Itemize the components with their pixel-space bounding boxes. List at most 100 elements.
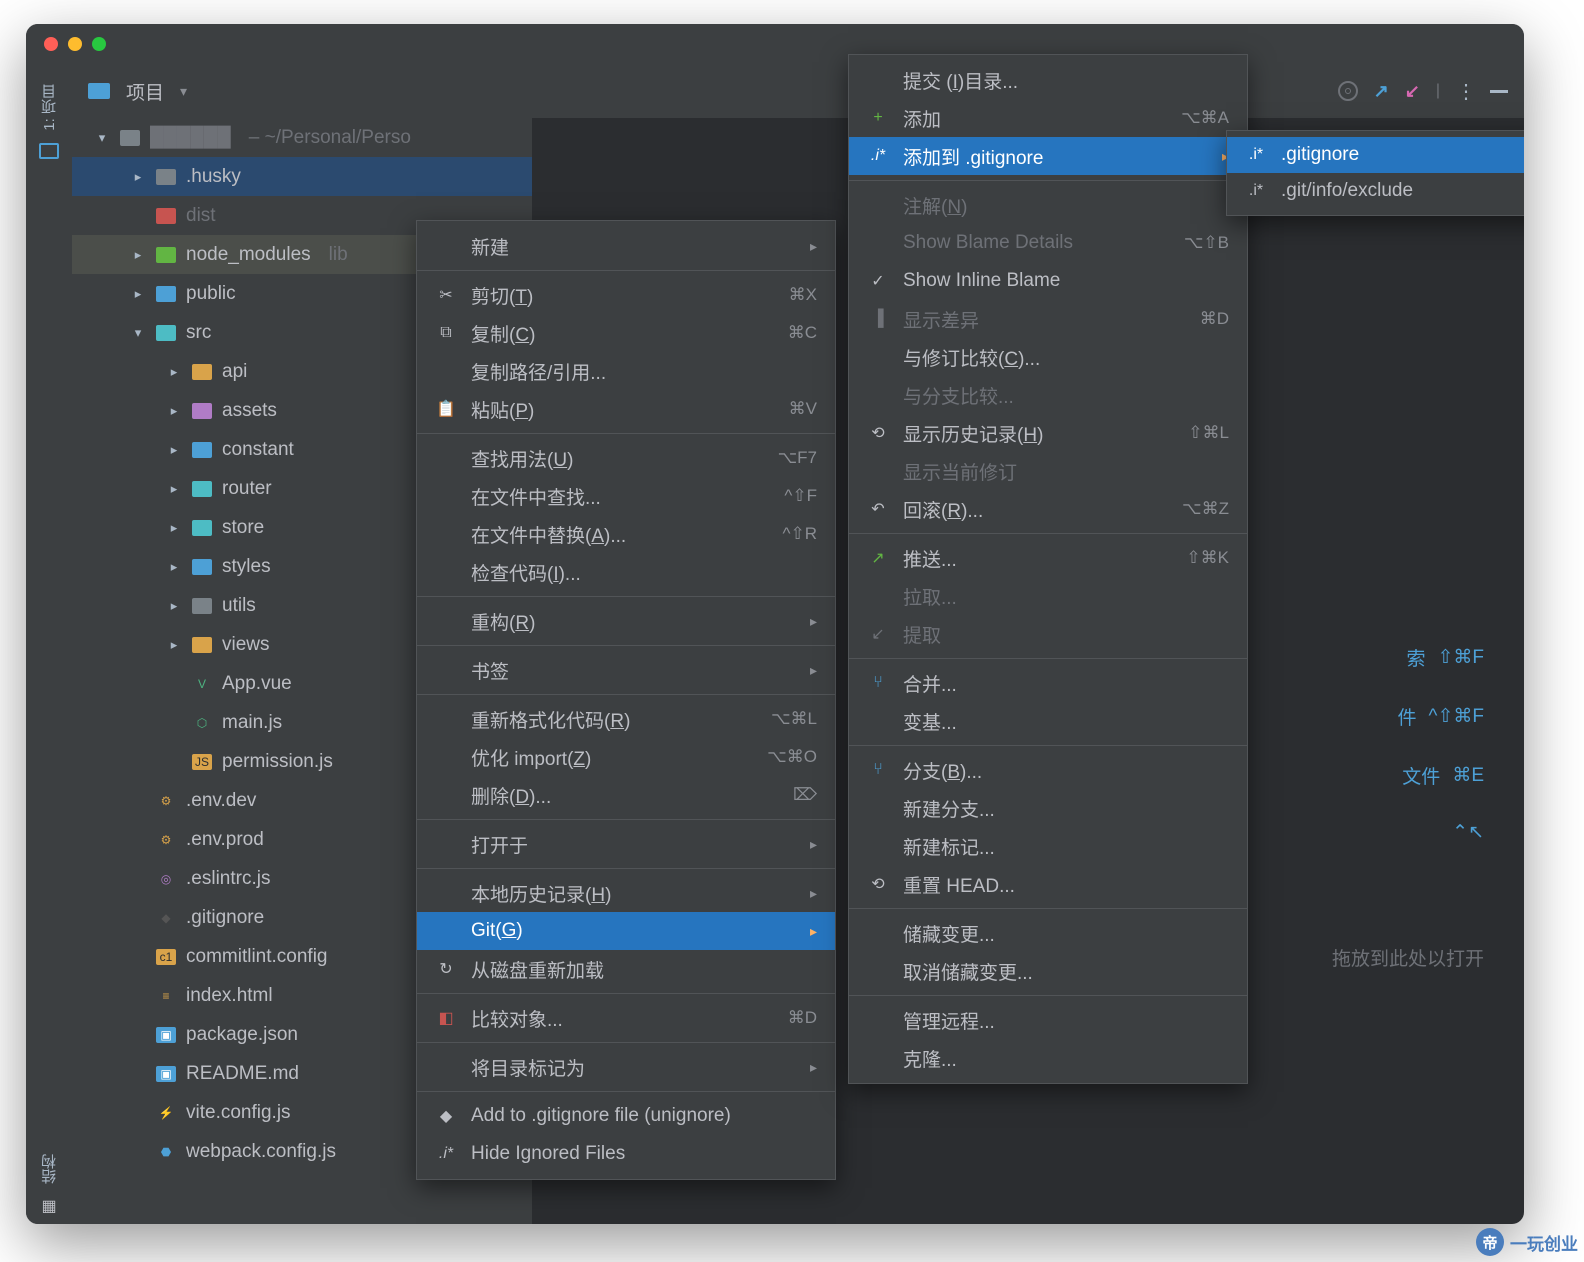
chevron-icon[interactable]: ▾ xyxy=(130,325,146,341)
menu-item[interactable]: 提交 (I)目录... xyxy=(849,61,1247,99)
menu-icon: ▐ xyxy=(867,310,889,328)
chevron-icon[interactable]: ▸ xyxy=(130,169,146,185)
collapse-icon[interactable]: ↙ xyxy=(1405,81,1420,102)
tree-item[interactable]: ▸.husky xyxy=(72,157,532,196)
menu-item[interactable]: 查找用法(U)⌥F7 xyxy=(417,439,835,477)
menu-icon: + xyxy=(867,109,889,127)
file-icon xyxy=(192,442,212,458)
menu-item-label: 在文件中查找... xyxy=(471,483,770,510)
chevron-icon[interactable]: ▸ xyxy=(166,481,182,497)
more-icon[interactable]: ⋮ xyxy=(1456,79,1474,104)
tree-item-label: README.md xyxy=(186,1063,299,1085)
chevron-icon[interactable]: ▸ xyxy=(166,442,182,458)
menu-item[interactable]: 新建标记... xyxy=(849,827,1247,865)
window-maximize-button[interactable] xyxy=(92,37,106,51)
menu-item[interactable]: ◧比较对象...⌘D xyxy=(417,999,835,1037)
menu-item[interactable]: 检查代码(I)... xyxy=(417,553,835,591)
menu-item-label: 重构(R) xyxy=(471,608,796,635)
chevron-icon[interactable]: ▸ xyxy=(130,286,146,302)
menu-item[interactable]: ⑂分支(B)... xyxy=(849,751,1247,789)
tree-item-label: package.json xyxy=(186,1024,298,1046)
chevron-icon[interactable]: ▸ xyxy=(166,637,182,653)
menu-item: ↙提取 xyxy=(849,615,1247,653)
menu-item[interactable]: 删除(D)...⌦ xyxy=(417,776,835,814)
menu-item[interactable]: 管理远程... xyxy=(849,1001,1247,1039)
tree-item-label: .eslintrc.js xyxy=(186,868,270,890)
file-icon xyxy=(156,247,176,263)
menu-item[interactable]: .i*Hide Ignored Files xyxy=(417,1135,835,1173)
menu-item[interactable]: 在文件中替换(A)...^⇧R xyxy=(417,515,835,553)
menu-item[interactable]: ↗推送...⇧⌘K xyxy=(849,539,1247,577)
submenu-arrow-icon: ▸ xyxy=(810,662,817,679)
menu-item-label: .gitignore xyxy=(1281,144,1524,166)
shortcut-label: ⌥⌘O xyxy=(767,747,817,767)
submenu-arrow-icon: ▸ xyxy=(810,1059,817,1076)
menu-item[interactable]: 复制路径/引用... xyxy=(417,352,835,390)
menu-item[interactable]: ✂剪切(T)⌘X xyxy=(417,276,835,314)
menu-item[interactable]: 克隆... xyxy=(849,1039,1247,1077)
menu-item[interactable]: ⟲重置 HEAD... xyxy=(849,865,1247,903)
menu-item[interactable]: ⑂合并... xyxy=(849,664,1247,702)
chevron-down-icon[interactable]: ▾ xyxy=(180,83,187,100)
context-menu[interactable]: 新建▸ ✂剪切(T)⌘X⧉复制(C)⌘C复制路径/引用...📋粘贴(P)⌘V 查找用… xyxy=(416,220,836,1180)
menu-item[interactable]: 储藏变更... xyxy=(849,914,1247,952)
menu-item[interactable]: 书签▸ xyxy=(417,651,835,689)
menu-item: 拉取... xyxy=(849,577,1247,615)
chevron-icon[interactable]: ▸ xyxy=(130,247,146,263)
menu-item[interactable]: ◆Add to .gitignore file (unignore) xyxy=(417,1097,835,1135)
chevron-icon[interactable]: ▾ xyxy=(94,130,110,146)
gitignore-submenu[interactable]: .i*.gitignore.i*.git/info/exclude xyxy=(1226,130,1524,216)
menu-item[interactable]: 优化 import(Z)⌥⌘O xyxy=(417,738,835,776)
menu-item[interactable]: Git(G)▸ xyxy=(417,912,835,950)
shortcut-label: ⌦ xyxy=(793,785,817,805)
menu-item[interactable]: 打开于▸ xyxy=(417,825,835,863)
menu-icon: ⟲ xyxy=(867,423,889,443)
menu-item[interactable]: 在文件中查找...^⇧F xyxy=(417,477,835,515)
expand-icon[interactable]: ↗ xyxy=(1374,81,1389,102)
menu-item[interactable]: 变基... xyxy=(849,702,1247,740)
menu-item[interactable]: ↻从磁盘重新加载 xyxy=(417,950,835,988)
file-icon xyxy=(192,481,212,497)
chevron-icon[interactable]: ▸ xyxy=(166,520,182,536)
menu-item[interactable]: 📋粘贴(P)⌘V xyxy=(417,390,835,428)
minimize-panel-button[interactable] xyxy=(1490,90,1508,93)
editor-hints: 索⇧⌘F 件^⇧⌘F 文件⌘E ⌃↖ xyxy=(1398,644,1484,876)
structure-tool-label[interactable]: 结构 xyxy=(39,1154,60,1184)
menu-item[interactable]: 重新格式化代码(R)⌥⌘L xyxy=(417,700,835,738)
menu-item[interactable]: +添加⌥⌘A xyxy=(849,99,1247,137)
chevron-icon[interactable]: ▸ xyxy=(166,559,182,575)
menu-item[interactable]: .i*.gitignore xyxy=(1227,137,1524,173)
shortcut-label: ⌥⇧B xyxy=(1184,233,1229,253)
target-icon[interactable] xyxy=(1338,81,1358,101)
menu-item[interactable]: 与修订比较(C)... xyxy=(849,338,1247,376)
file-icon xyxy=(192,364,212,380)
chevron-icon[interactable]: ▸ xyxy=(166,364,182,380)
menu-item[interactable]: ↶回滚(R)...⌥⌘Z xyxy=(849,490,1247,528)
file-icon: ⚙ xyxy=(156,832,176,848)
drop-hint: 拖放到此处以打开 xyxy=(1332,944,1484,971)
menu-item[interactable]: 本地历史记录(H)▸ xyxy=(417,874,835,912)
chevron-icon[interactable]: ▸ xyxy=(166,403,182,419)
menu-item-label: 取消储藏变更... xyxy=(903,958,1229,985)
menu-item[interactable]: ✓Show Inline Blame xyxy=(849,262,1247,300)
project-icon[interactable] xyxy=(39,143,59,159)
git-submenu[interactable]: 提交 (I)目录...+添加⌥⌘A.i*添加到 .gitignore▸注解(N)… xyxy=(848,54,1248,1084)
project-tool-label[interactable]: 1: 项目 xyxy=(39,84,60,131)
menu-item[interactable]: 新建分支... xyxy=(849,789,1247,827)
menu-item[interactable]: 取消储藏变更... xyxy=(849,952,1247,990)
tree-item[interactable]: ▾██████ – ~/Personal/Perso xyxy=(72,118,532,157)
menu-item[interactable]: 将目录标记为▸ xyxy=(417,1048,835,1086)
menu-item[interactable]: 重构(R)▸ xyxy=(417,602,835,640)
menu-item[interactable]: .i*添加到 .gitignore▸ xyxy=(849,137,1247,175)
view-mode-label[interactable]: 项目 xyxy=(126,78,164,105)
window-close-button[interactable] xyxy=(44,37,58,51)
menu-item-label: 打开于 xyxy=(471,831,796,858)
window-minimize-button[interactable] xyxy=(68,37,82,51)
menu-item[interactable]: ⟲显示历史记录(H)⇧⌘L xyxy=(849,414,1247,452)
menu-item[interactable]: 新建▸ xyxy=(417,227,835,265)
structure-icon[interactable]: ▦ xyxy=(41,1196,56,1216)
menu-item[interactable]: .i*.git/info/exclude xyxy=(1227,173,1524,209)
tree-item-label: constant xyxy=(222,439,294,461)
menu-item[interactable]: ⧉复制(C)⌘C xyxy=(417,314,835,352)
chevron-icon[interactable]: ▸ xyxy=(166,598,182,614)
